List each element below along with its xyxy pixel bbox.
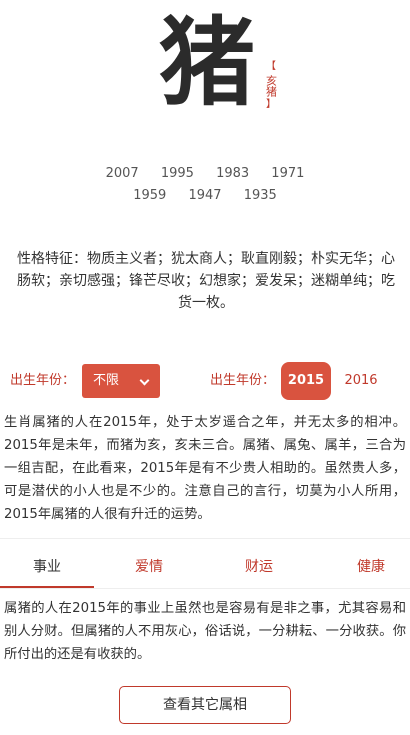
personality-traits: 性格特征：物质主义者；犹太商人；耿直刚毅；朴实无华；心肠软；亲切感强；锋芒尽收；… (17, 251, 395, 311)
birth-year-select-value: 不限 (93, 373, 120, 388)
zodiac-seal: 【 亥猪 】 (263, 61, 279, 116)
year-item: 1947 (188, 188, 222, 203)
seal-bracket-close: 】 (266, 99, 276, 110)
birth-year-label: 出生年份： (10, 373, 76, 388)
zodiac-years-row-2: 1959 1947 1935 (0, 185, 410, 207)
year-item: 1983 (216, 166, 250, 181)
birth-year-picker: 出生年份： 2015 2016 (210, 362, 378, 400)
year-option-2015-selected[interactable]: 2015 (281, 362, 331, 400)
divider (0, 538, 410, 539)
zodiac-years: 2007 1995 1983 1971 1959 1947 1935 (0, 163, 410, 207)
divider (0, 588, 410, 589)
seal-bracket-open: 【 (266, 61, 276, 72)
year-option-2016[interactable]: 2016 (336, 362, 386, 400)
birth-year-select[interactable]: 不限 (82, 364, 160, 398)
birth-year-picker-label: 出生年份： (210, 373, 276, 388)
tab-content-text: 属猪的人在2015年的事业上虽然也是容易有是非之事，尤其容易和别人分财。但属猪的… (4, 601, 406, 662)
tab-health[interactable]: 健康 (324, 548, 410, 588)
tab-wealth[interactable]: 财运 (212, 548, 306, 588)
tab-career[interactable]: 事业 (0, 548, 94, 588)
year-item: 2007 (105, 166, 139, 181)
zodiac-calligraphy-character: 猪 (159, 6, 255, 119)
seal-text: 亥猪 (264, 75, 278, 97)
year-item: 1971 (271, 166, 305, 181)
year-item: 1959 (133, 188, 167, 203)
tab-love[interactable]: 爱情 (102, 548, 196, 588)
zodiac-years-row-1: 2007 1995 1983 1971 (0, 163, 410, 185)
year-item: 1935 (243, 188, 277, 203)
view-other-zodiacs-button[interactable]: 查看其它属相 (119, 686, 291, 724)
year-item: 1995 (160, 166, 194, 181)
birth-year-filter: 出生年份： 不限 (10, 364, 160, 398)
yearly-overview-text: 生肖属猪的人在2015年，处于太岁遥合之年，并无太多的相冲。2015年是未年，而… (4, 415, 406, 522)
fortune-tabs: 事业 爱情 财运 健康 (0, 548, 410, 588)
zodiac-hero: 猪 【 亥猪 】 (0, 0, 410, 150)
chevron-down-icon (139, 375, 150, 386)
